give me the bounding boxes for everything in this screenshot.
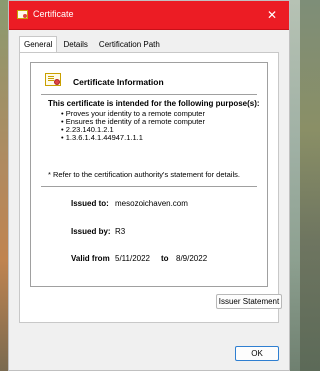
certificate-info-heading: Certificate Information	[73, 77, 164, 87]
issued-by-value: R3	[115, 227, 126, 236]
issued-to-label: Issued to:	[71, 199, 109, 208]
certificate-dialog: Certificate ✕ General Details Certificat…	[8, 0, 290, 371]
purpose-heading: This certificate is intended for the fol…	[48, 99, 260, 108]
close-icon[interactable]: ✕	[263, 6, 281, 24]
valid-from-value: 5/11/2022	[115, 254, 150, 263]
authority-note: * Refer to the certification authority's…	[48, 170, 240, 179]
tab-bar: General Details Certification Path	[19, 36, 166, 53]
desktop-background-right	[290, 0, 300, 371]
issued-by-label: Issued by:	[71, 227, 111, 236]
certificate-info-box: Certificate Information This certificate…	[30, 62, 268, 287]
desktop-background-left	[0, 0, 8, 371]
purpose-item: 1.3.6.1.4.1.44947.1.1.1	[61, 134, 205, 142]
tab-general[interactable]: General	[19, 36, 58, 53]
issued-to-value: mesozoichaven.com	[115, 199, 188, 208]
certificate-icon	[17, 10, 28, 19]
certificate-icon	[45, 73, 61, 86]
valid-from-label: Valid from	[71, 254, 110, 263]
purpose-list: Proves your identity to a remote compute…	[61, 110, 205, 142]
title-bar[interactable]: Certificate ✕	[9, 1, 289, 30]
ok-button[interactable]: OK	[235, 346, 279, 361]
valid-to-value: 8/9/2022	[176, 254, 208, 263]
valid-to-label: to	[161, 254, 169, 263]
divider	[41, 94, 257, 95]
window-title: Certificate	[33, 9, 74, 19]
divider	[41, 186, 257, 187]
tab-details[interactable]: Details	[58, 36, 92, 53]
tab-certification-path[interactable]: Certification Path	[94, 36, 165, 53]
general-tab-panel: Certificate Information This certificate…	[19, 52, 282, 323]
issuer-statement-button[interactable]: Issuer Statement	[216, 294, 282, 309]
